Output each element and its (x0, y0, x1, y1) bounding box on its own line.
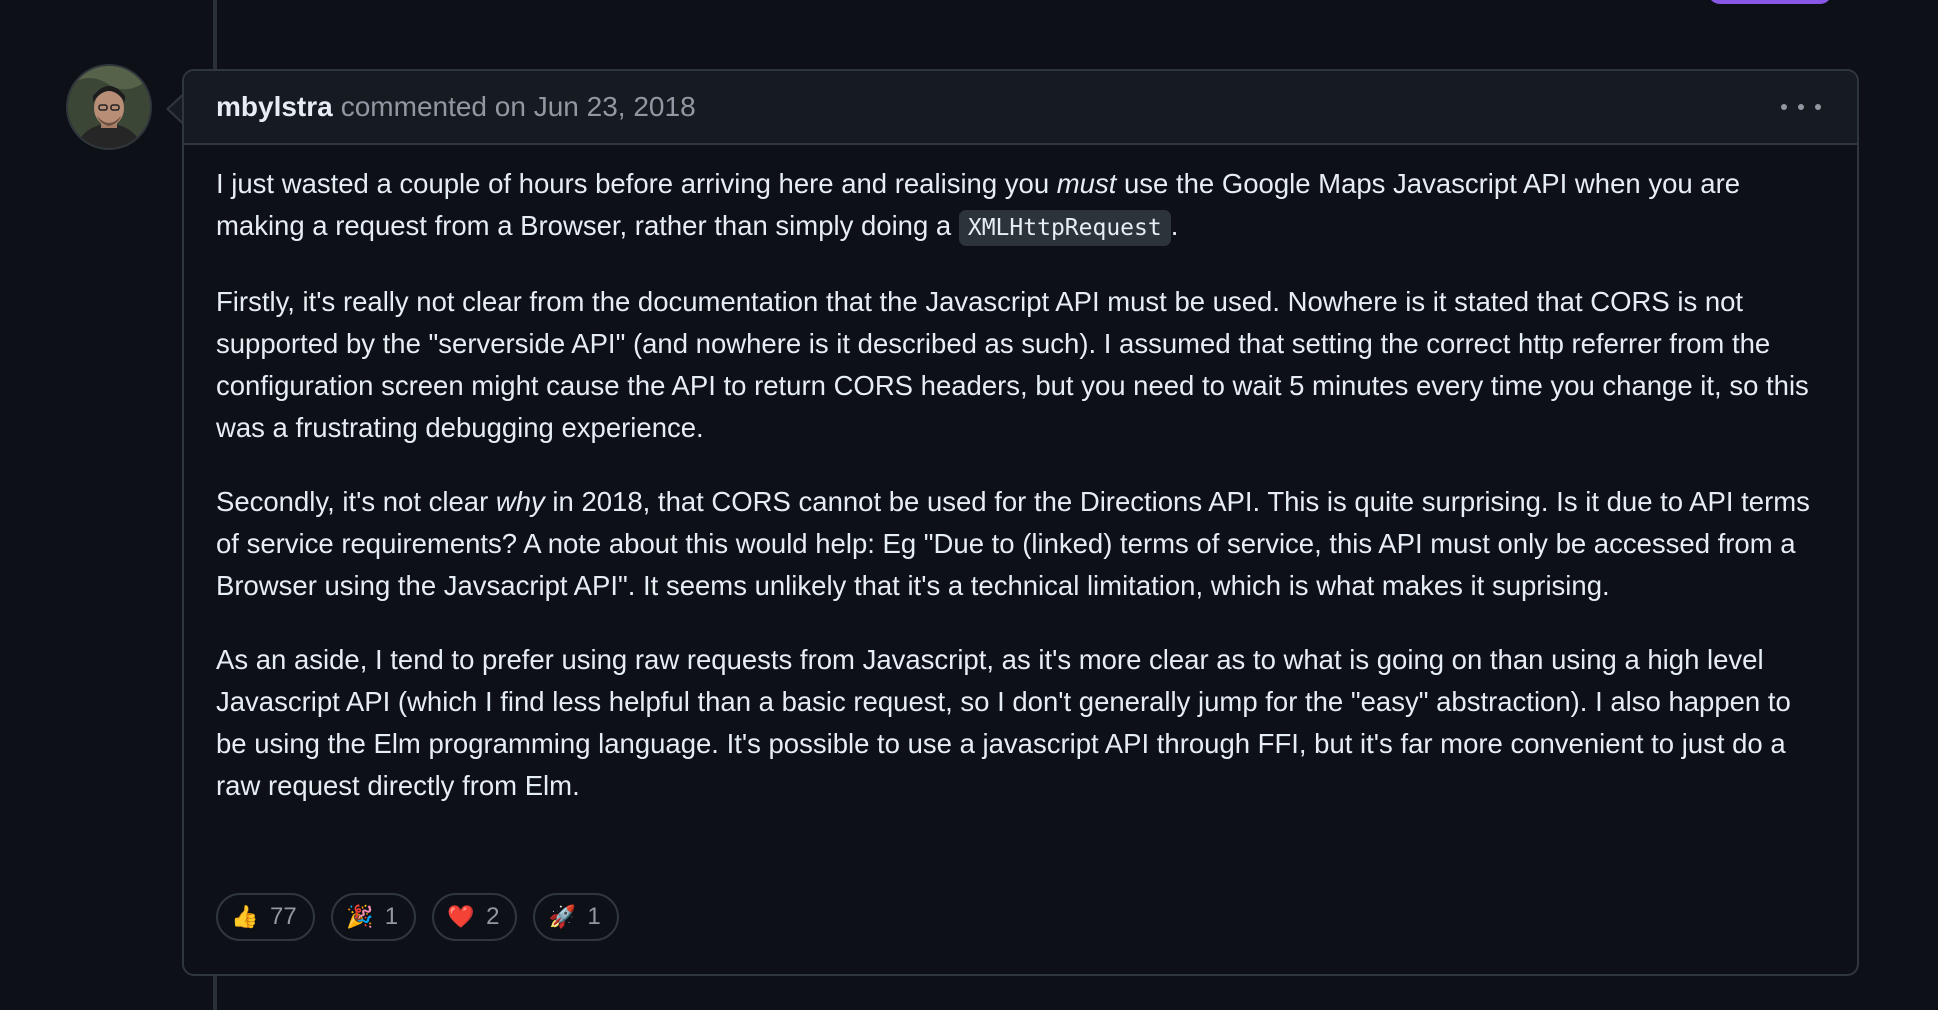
reaction-rocket[interactable]: 🚀 1 (533, 893, 619, 941)
emphasis-must: must (1056, 168, 1117, 199)
rocket-icon: 🚀 (548, 904, 577, 929)
paragraph-3-a: Secondly, it's not clear (216, 486, 496, 517)
reaction-party-popper[interactable]: 🎉 1 (330, 893, 417, 941)
comment-header: mbylstra commented on Jun 23, 2018 (184, 71, 1857, 145)
party-popper-icon: 🎉 (346, 904, 374, 929)
kebab-dot (1798, 104, 1804, 110)
kebab-dot (1781, 104, 1787, 110)
reaction-heart[interactable]: ❤️ 2 (432, 893, 518, 941)
emphasis-why: why (495, 486, 545, 517)
avatar[interactable] (68, 66, 150, 148)
thumbs-up-icon: 👍 (231, 904, 259, 929)
paragraph-1-d: . (1170, 210, 1179, 241)
reaction-count: 1 (384, 903, 399, 930)
avatar-image (68, 66, 150, 148)
comment-action: commented on (340, 91, 526, 122)
paragraph-2: Firstly, it's really not clear from the … (216, 286, 1809, 443)
paragraph-3: Secondly, it's not clear why in 2018, th… (216, 481, 1825, 607)
reaction-count: 77 (270, 903, 297, 930)
kebab-horizontal-icon[interactable] (1781, 93, 1821, 121)
paragraph-1: I just wasted a couple of hours before a… (216, 163, 1825, 249)
inline-code: XMLHttpRequest (958, 210, 1171, 246)
comment-card: mbylstra commented on Jun 23, 2018 I jus… (182, 69, 1859, 976)
paragraph-4: As an aside, I tend to prefer using raw … (216, 644, 1791, 801)
kebab-dot (1815, 104, 1821, 110)
author-link[interactable]: mbylstra (216, 91, 333, 123)
reaction-thumbs-up[interactable]: 👍 77 (216, 893, 315, 941)
timeline: mbylstra commented on Jun 23, 2018 I jus… (0, 0, 1938, 1010)
reactions-bar: 👍 77 🎉 1 ❤️ 2 🚀 1 (216, 893, 619, 941)
comment-pointer-inner (169, 96, 183, 122)
paragraph-1-a: I just wasted a couple of hours before a… (216, 168, 1057, 199)
comment-meta: commented on Jun 23, 2018 (341, 91, 696, 123)
comment-date[interactable]: Jun 23, 2018 (534, 91, 696, 122)
reaction-count: 2 (486, 903, 500, 930)
comment-body: I just wasted a couple of hours before a… (184, 145, 1857, 807)
heart-icon: ❤️ (447, 904, 475, 929)
label-pill[interactable] (1708, 0, 1832, 4)
reaction-count: 1 (587, 903, 601, 930)
